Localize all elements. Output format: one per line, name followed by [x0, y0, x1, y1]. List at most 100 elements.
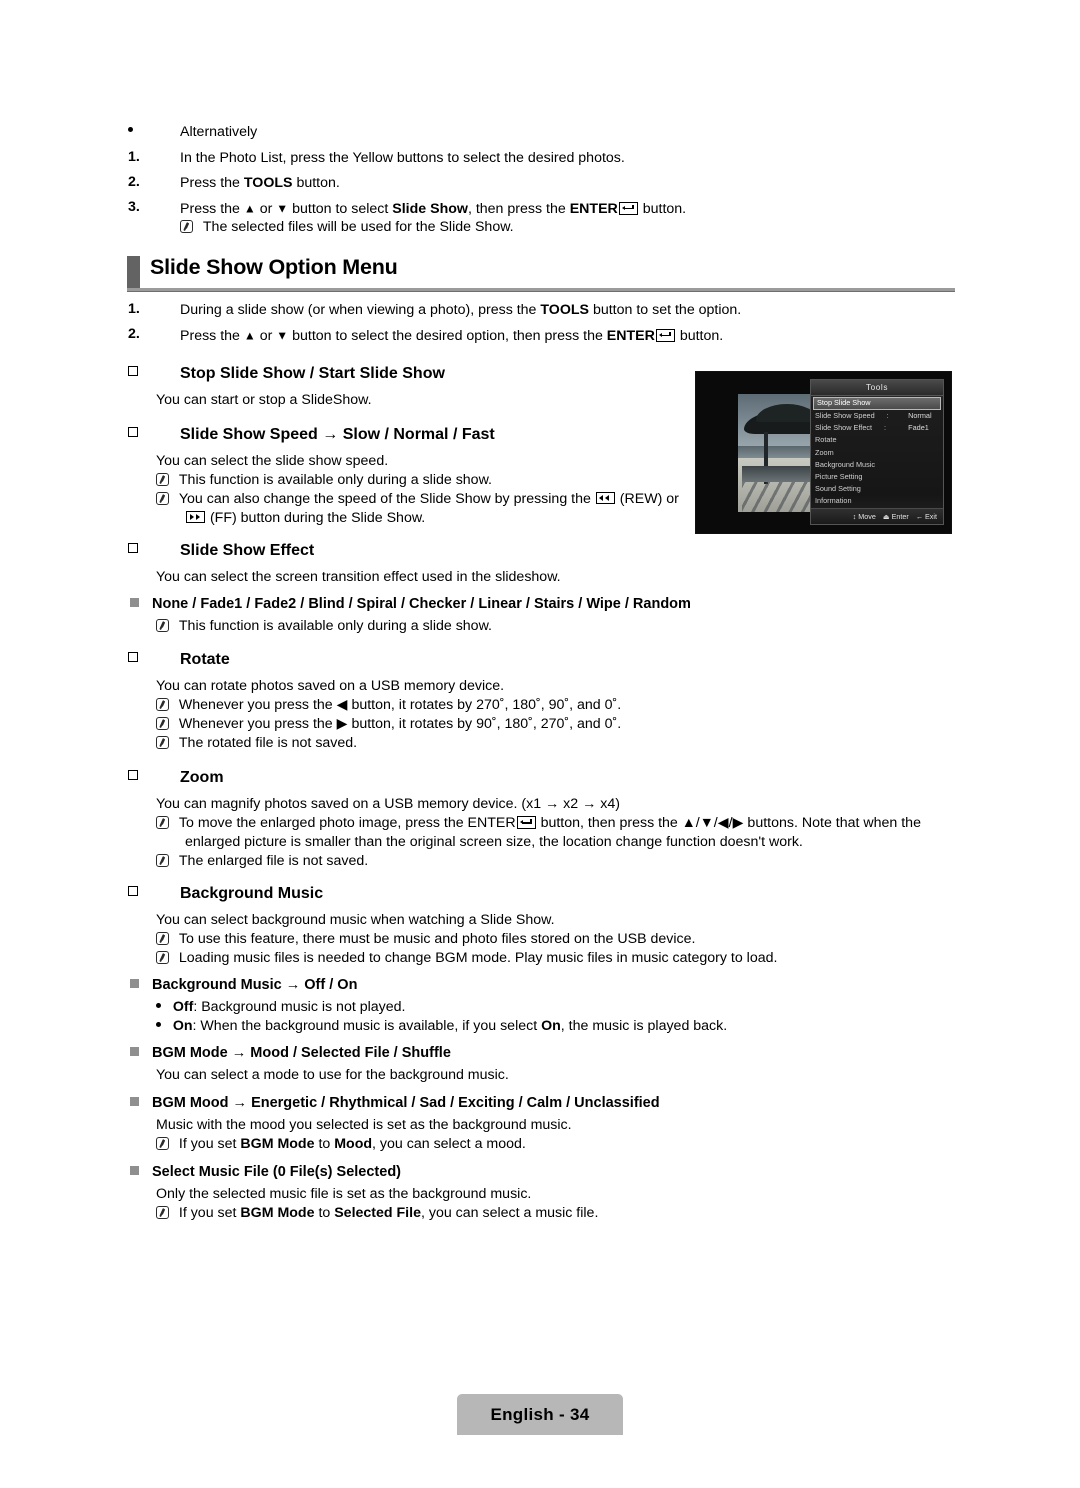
dot-bullet-icon — [128, 123, 158, 139]
tools-menu-item-slide-show-speed[interactable]: Slide Show Speed : Normal — [811, 410, 943, 422]
bullet-item: Off: Background music is not played. — [156, 998, 727, 1017]
subsection-effect-options: None / Fade1 / Fade2 / Blind / Spiral / … — [128, 595, 691, 636]
section-note: To use this feature, there must be music… — [156, 930, 777, 949]
tools-menu-item-information[interactable]: Information — [811, 495, 943, 507]
square-outline-bullet-icon — [128, 541, 158, 557]
subsection-bgm-toggle: Background Music → Off / On Off: Backgro… — [128, 976, 727, 1036]
square-outline-bullet-icon — [128, 768, 158, 784]
subsection-body: Only the selected music file is set as t… — [156, 1186, 532, 1202]
section-note: This function is available only during a… — [156, 471, 679, 490]
subsection-title: Select Music File (0 File(s) Selected) — [152, 1164, 401, 1180]
step-number: 2. — [128, 326, 140, 342]
list-item-step-3: 3. Press the ▲ or ▼ button to select Sli… — [128, 199, 888, 218]
note-icon — [156, 816, 169, 829]
exit-key-icon: ← — [915, 512, 924, 521]
intro-block: Alternatively 1. In the Photo List, pres… — [128, 123, 888, 240]
page-number-label: English - 34 — [490, 1404, 590, 1424]
note-icon — [156, 717, 169, 730]
tools-menu: Tools Stop Slide Show Slide Show Speed :… — [810, 379, 944, 525]
subsection-bgm-mode: BGM Mode → Mood / Selected File / Shuffl… — [128, 1044, 509, 1085]
square-outline-bullet-icon — [128, 364, 158, 380]
tools-menu-list: Stop Slide Show Slide Show Speed : Norma… — [811, 396, 943, 518]
section-title: Rotate — [180, 651, 230, 668]
subsection-body: You can select a mode to use for the bac… — [156, 1067, 509, 1083]
section-background-music: Background Music You can select backgrou… — [128, 884, 777, 968]
subsection-title-row: None / Fade1 / Fade2 / Blind / Spiral / … — [128, 595, 691, 617]
subsection-title: None / Fade1 / Fade2 / Blind / Spiral / … — [152, 596, 691, 612]
list-item-step-2: 2. Press the TOOLS button. — [128, 174, 888, 199]
square-outline-bullet-icon — [128, 884, 158, 900]
heading-accent-bar — [127, 256, 140, 288]
section-body: You can rotate photos saved on a USB mem… — [156, 678, 505, 694]
tools-menu-item-zoom[interactable]: Zoom — [811, 447, 943, 459]
enter-key-icon: ⏏ — [882, 512, 890, 521]
section-body: You can select the screen transition eff… — [156, 569, 561, 585]
section-rotate: Rotate You can rotate photos saved on a … — [128, 650, 621, 753]
step-text: Press the TOOLS button. — [180, 175, 340, 191]
step-number: 2. — [128, 174, 140, 190]
exit-hint: ← Exit — [915, 512, 937, 521]
subsection-title-row: BGM Mood → Energetic / Rhythmical / Sad … — [128, 1094, 660, 1116]
enter-key-icon — [618, 201, 638, 215]
tools-menu-item-rotate[interactable]: Rotate — [811, 434, 943, 446]
square-outline-bullet-icon — [128, 650, 158, 666]
section-title-row: Stop Slide Show / Start Slide Show — [128, 364, 445, 391]
step-text: Press the ▲ or ▼ button to select Slide … — [180, 200, 687, 217]
subsection-title-row: Background Music → Off / On — [128, 976, 727, 998]
list-item-menu-step-1: 1. During a slide show (or when viewing … — [128, 301, 928, 326]
tools-menu-item-slide-show-effect[interactable]: Slide Show Effect : Fade1 — [811, 422, 943, 434]
tools-menu-item-picture-setting[interactable]: Picture Setting — [811, 471, 943, 483]
subsection-note: If you set BGM Mode to Selected File, yo… — [156, 1204, 598, 1223]
subsection-title: Background Music → Off / On — [152, 977, 358, 993]
tv-screen-screenshot: Tools Stop Slide Show Slide Show Speed :… — [695, 371, 952, 534]
square-filled-bullet-icon — [130, 976, 160, 992]
section-note-cont: (FF) button during the Slide Show. — [185, 509, 679, 528]
manual-page: Alternatively 1. In the Photo List, pres… — [0, 0, 1080, 1488]
subsection-title-row: Select Music File (0 File(s) Selected) — [128, 1163, 598, 1185]
section-zoom: Zoom You can magnify photos saved on a U… — [128, 768, 921, 871]
section-title-row: Zoom — [128, 768, 921, 795]
section-stop-start-slide-show: Stop Slide Show / Start Slide Show You c… — [128, 364, 445, 410]
note-icon — [156, 932, 169, 945]
section-title: Background Music — [180, 885, 324, 902]
tools-menu-item-sound-setting[interactable]: Sound Setting — [811, 483, 943, 495]
square-filled-bullet-icon — [130, 1163, 160, 1179]
subsection-select-music-file: Select Music File (0 File(s) Selected) O… — [128, 1163, 598, 1223]
square-filled-bullet-icon — [130, 1044, 160, 1060]
bullet-item: On: When the background music is availab… — [156, 1017, 727, 1036]
step-number: 1. — [128, 149, 140, 165]
note-icon — [156, 951, 169, 964]
section-title: Zoom — [180, 769, 224, 786]
rewind-key-icon — [595, 492, 615, 504]
section-title-row: Rotate — [128, 650, 621, 677]
step-number: 3. — [128, 199, 140, 215]
step-number: 1. — [128, 301, 140, 317]
step-text: Press the ▲ or ▼ button to select the de… — [180, 327, 724, 344]
square-outline-bullet-icon — [128, 425, 158, 441]
dot-bullet-icon — [156, 1003, 161, 1008]
section-body: You can select the slide show speed. — [156, 453, 389, 469]
section-note: Whenever you press the ▶ button, it rota… — [156, 715, 621, 734]
enter-hint: ⏏ Enter — [882, 512, 909, 521]
section-note: To move the enlarged photo image, press … — [156, 814, 921, 833]
enter-key-icon — [655, 328, 675, 342]
tools-menu-footer: ↕ Move ⏏ Enter ← Exit — [811, 508, 943, 524]
step-text: In the Photo List, press the Yellow butt… — [180, 150, 625, 166]
subsection-note: This function is available only during a… — [156, 617, 691, 636]
page-footer-badge: English - 34 — [457, 1394, 623, 1435]
subsection-title: BGM Mood → Energetic / Rhythmical / Sad … — [152, 1095, 660, 1111]
note-icon — [156, 619, 169, 632]
up-down-arrows-icon: ↕ — [852, 512, 857, 521]
subsection-note: If you set BGM Mode to Mood, you can sel… — [156, 1135, 660, 1154]
tools-menu-title: Tools — [811, 380, 943, 396]
move-hint: ↕ Move — [852, 512, 876, 521]
tools-menu-item-stop-slide-show[interactable]: Stop Slide Show — [813, 397, 941, 410]
note-text: The selected files will be used for the … — [202, 219, 514, 235]
square-filled-bullet-icon — [130, 595, 160, 611]
section-slide-show-speed: Slide Show Speed → Slow / Normal / Fast … — [128, 425, 679, 528]
section-title-row: Slide Show Effect — [128, 541, 561, 568]
section-title: Stop Slide Show / Start Slide Show — [180, 365, 445, 382]
subsection-title-row: BGM Mode → Mood / Selected File / Shuffl… — [128, 1044, 509, 1066]
tools-menu-item-background-music[interactable]: Background Music — [811, 459, 943, 471]
note-icon — [156, 736, 169, 749]
